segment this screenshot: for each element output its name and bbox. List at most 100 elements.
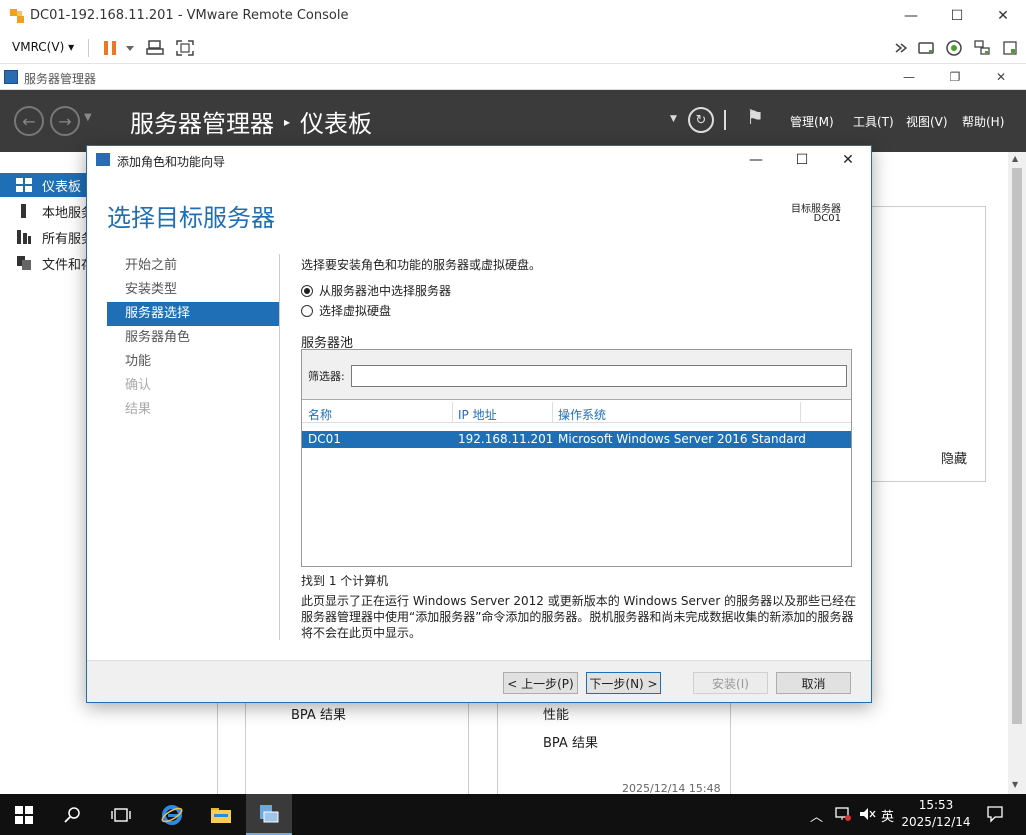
menu-manage[interactable]: 管理(M) [790, 113, 834, 130]
notification-center-icon[interactable] [986, 805, 1004, 823]
found-count-text: 找到 1 个计算机 [301, 574, 389, 588]
steps-divider [279, 254, 280, 640]
breadcrumb-root: 服务器管理器 [130, 110, 274, 138]
column-separator [452, 402, 453, 422]
fullscreen-icon[interactable] [175, 39, 195, 57]
refresh-dropdown-icon[interactable]: ▼ [670, 114, 677, 124]
filter-input[interactable] [351, 365, 847, 387]
tile-right-bpa[interactable]: BPA 结果 [543, 732, 598, 751]
taskbar-clock[interactable]: 15:53 2025/12/14 [898, 797, 974, 831]
task-view-button[interactable] [98, 794, 144, 835]
step-features[interactable]: 功能 [107, 350, 279, 374]
refresh-icon: ↻ [695, 112, 707, 128]
forward-arrow-icon: → [58, 111, 72, 131]
sm-close-button[interactable]: ✕ [978, 64, 1024, 90]
start-icon [15, 805, 33, 824]
server-manager-taskbar-button[interactable] [246, 794, 292, 835]
search-button[interactable] [50, 794, 96, 835]
column-os[interactable]: 操作系统 [558, 406, 606, 423]
notifications-flag-icon[interactable]: ⚑ [746, 105, 764, 129]
scroll-up-icon[interactable]: ▲ [1012, 154, 1018, 163]
table-row[interactable]: DC01 192.168.11.201 Microsoft Windows Se… [302, 431, 851, 448]
tile-left-bpa[interactable]: BPA 结果 [291, 704, 346, 723]
server-manager-title: 服务器管理器 [24, 72, 97, 86]
option-virtual-disk[interactable]: 选择虚拟硬盘 [301, 302, 391, 319]
close-button[interactable]: ✕ [980, 0, 1026, 32]
clock-date: 2025/12/14 [901, 815, 971, 829]
add-roles-wizard: 添加角色和功能向导 — ☐ ✕ 选择目标服务器 目标服务器 DC01 开始之前 … [86, 145, 872, 703]
wizard-title: 添加角色和功能向导 [117, 155, 226, 169]
option-server-pool[interactable]: 从服务器池中选择服务器 [301, 282, 451, 299]
column-separator [800, 402, 801, 422]
task-view-icon [111, 807, 131, 822]
server-manager-header: ← → ▼ 服务器管理器 ▸ 仪表板 ▼ ↻ ⚑ 管理(M) 工具(T) 视图(… [0, 90, 1026, 152]
menu-help[interactable]: 帮助(H) [962, 113, 1004, 130]
vmrc-menu-button[interactable]: VMRC(V) ▾ [12, 40, 74, 54]
target-server-value: DC01 [813, 213, 841, 224]
step-server-selection[interactable]: 服务器选择 [107, 302, 279, 326]
back-button[interactable]: ← [14, 106, 44, 136]
maximize-button[interactable]: ☐ [934, 0, 980, 32]
back-arrow-icon: ← [22, 111, 36, 131]
filter-label: 筛选器: [308, 370, 345, 383]
forward-icon[interactable] [893, 39, 909, 57]
previous-button[interactable]: < 上一步(P) [503, 672, 578, 694]
row-os: Microsoft Windows Server 2016 Standard [558, 432, 806, 446]
server-pool-list: 筛选器: 名称 IP 地址 操作系统 DC01 192.168.11.201 M… [301, 349, 852, 567]
column-name[interactable]: 名称 [308, 406, 332, 423]
network-tray-icon[interactable] [834, 806, 852, 822]
refresh-button[interactable]: ↻ [688, 107, 714, 133]
vm-settings-icon[interactable] [1002, 39, 1018, 57]
radio-server-pool[interactable] [301, 284, 313, 297]
header-divider [302, 422, 851, 423]
dashboard-tile-left [245, 700, 469, 800]
menu-view[interactable]: 视图(V) [906, 113, 948, 130]
row-ip: 192.168.11.201 [458, 432, 554, 446]
filter-bar: 筛选器: [302, 350, 851, 400]
pause-icon[interactable] [101, 39, 119, 57]
sm-minimize-button[interactable]: — [886, 64, 932, 90]
step-results: 结果 [125, 402, 152, 417]
menu-tools[interactable]: 工具(T) [853, 113, 894, 130]
tile-right-performance[interactable]: 性能 [543, 704, 569, 723]
removable-devices-icon[interactable] [916, 39, 936, 57]
main-scrollbar[interactable]: ▲ ▼ [1008, 152, 1026, 794]
breadcrumb: 服务器管理器 ▸ 仪表板 [130, 104, 372, 139]
send-keys-icon[interactable] [145, 39, 165, 57]
file-storage-icon [17, 256, 31, 270]
dashboard-welcome-tile [860, 206, 986, 482]
window-title: DC01-192.168.11.201 - VMware Remote Cons… [30, 8, 349, 23]
hide-link[interactable]: 隐藏 [941, 448, 967, 467]
scroll-down-icon[interactable]: ▼ [1012, 780, 1018, 789]
vm-state-icon[interactable] [944, 39, 964, 57]
minimize-button[interactable]: — [888, 0, 934, 32]
column-separator [552, 402, 553, 422]
next-button[interactable]: 下一步(N) > [586, 672, 661, 694]
network-icon[interactable] [972, 39, 992, 57]
forward-button[interactable]: → [50, 106, 80, 136]
ime-indicator[interactable]: 英 [881, 806, 894, 825]
wizard-minimize-button[interactable]: — [733, 146, 779, 174]
wizard-close-button[interactable]: ✕ [825, 146, 871, 174]
step-installation-type[interactable]: 安装类型 [107, 278, 279, 302]
step-server-roles[interactable]: 服务器角色 [107, 326, 279, 350]
radio-virtual-disk[interactable] [301, 304, 313, 317]
column-ip[interactable]: IP 地址 [458, 406, 497, 423]
all-servers-icon [17, 230, 31, 244]
tray-overflow-icon[interactable]: ︿ [810, 806, 823, 825]
wizard-maximize-button[interactable]: ☐ [779, 146, 825, 174]
dropdown-icon[interactable] [124, 39, 136, 57]
volume-mute-icon[interactable] [858, 806, 876, 822]
history-dropdown-icon[interactable]: ▼ [84, 112, 92, 123]
sm-restore-button[interactable]: ❐ [932, 64, 978, 90]
server-manager-icon [4, 70, 18, 84]
vmware-app-icon [10, 9, 24, 23]
file-explorer-button[interactable] [198, 794, 244, 835]
step-before-you-begin[interactable]: 开始之前 [107, 254, 279, 278]
wizard-heading: 选择目标服务器 [107, 204, 275, 232]
cancel-button[interactable]: 取消 [776, 672, 851, 694]
wizard-icon [96, 153, 110, 166]
ie-button[interactable] [148, 794, 196, 835]
scroll-thumb[interactable] [1012, 168, 1022, 724]
start-button[interactable] [0, 794, 48, 835]
